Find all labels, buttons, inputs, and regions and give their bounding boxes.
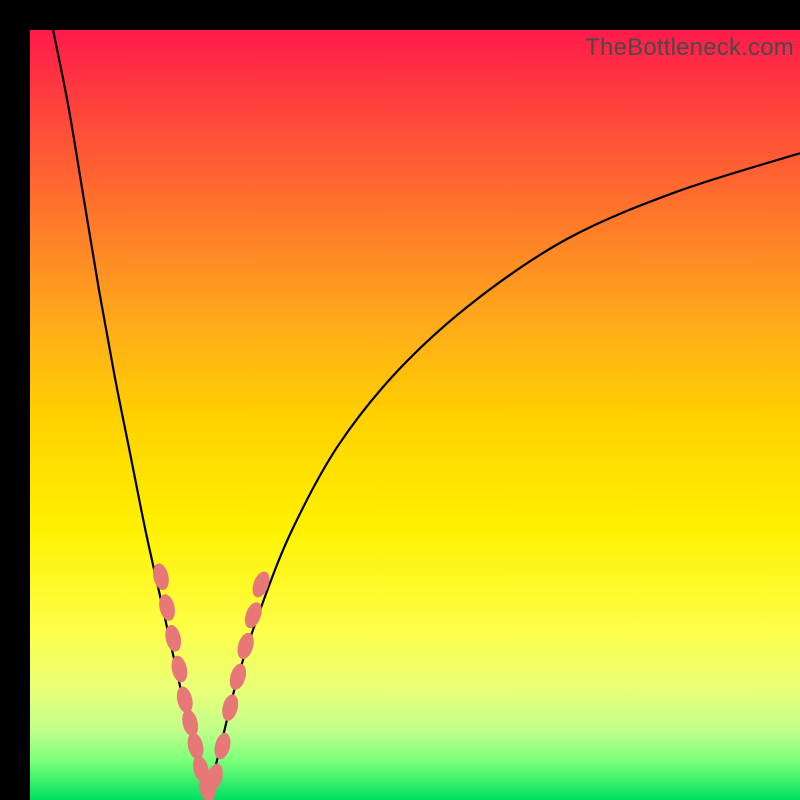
highlight-marker (175, 686, 195, 715)
highlight-marker (250, 570, 272, 599)
plot-area: TheBottleneck.com (30, 30, 800, 800)
highlight-marker (220, 693, 240, 722)
chart-frame: TheBottleneck.com (0, 0, 800, 800)
highlight-marker (186, 732, 206, 761)
curve-left-path (53, 30, 207, 800)
highlight-marker (213, 732, 233, 761)
highlight-markers-group (151, 562, 272, 800)
highlight-marker (170, 655, 189, 683)
highlight-marker (228, 662, 249, 691)
curve-right-path (207, 153, 800, 800)
highlight-marker (180, 709, 200, 738)
highlight-marker (235, 632, 256, 661)
chart-svg (30, 30, 800, 800)
